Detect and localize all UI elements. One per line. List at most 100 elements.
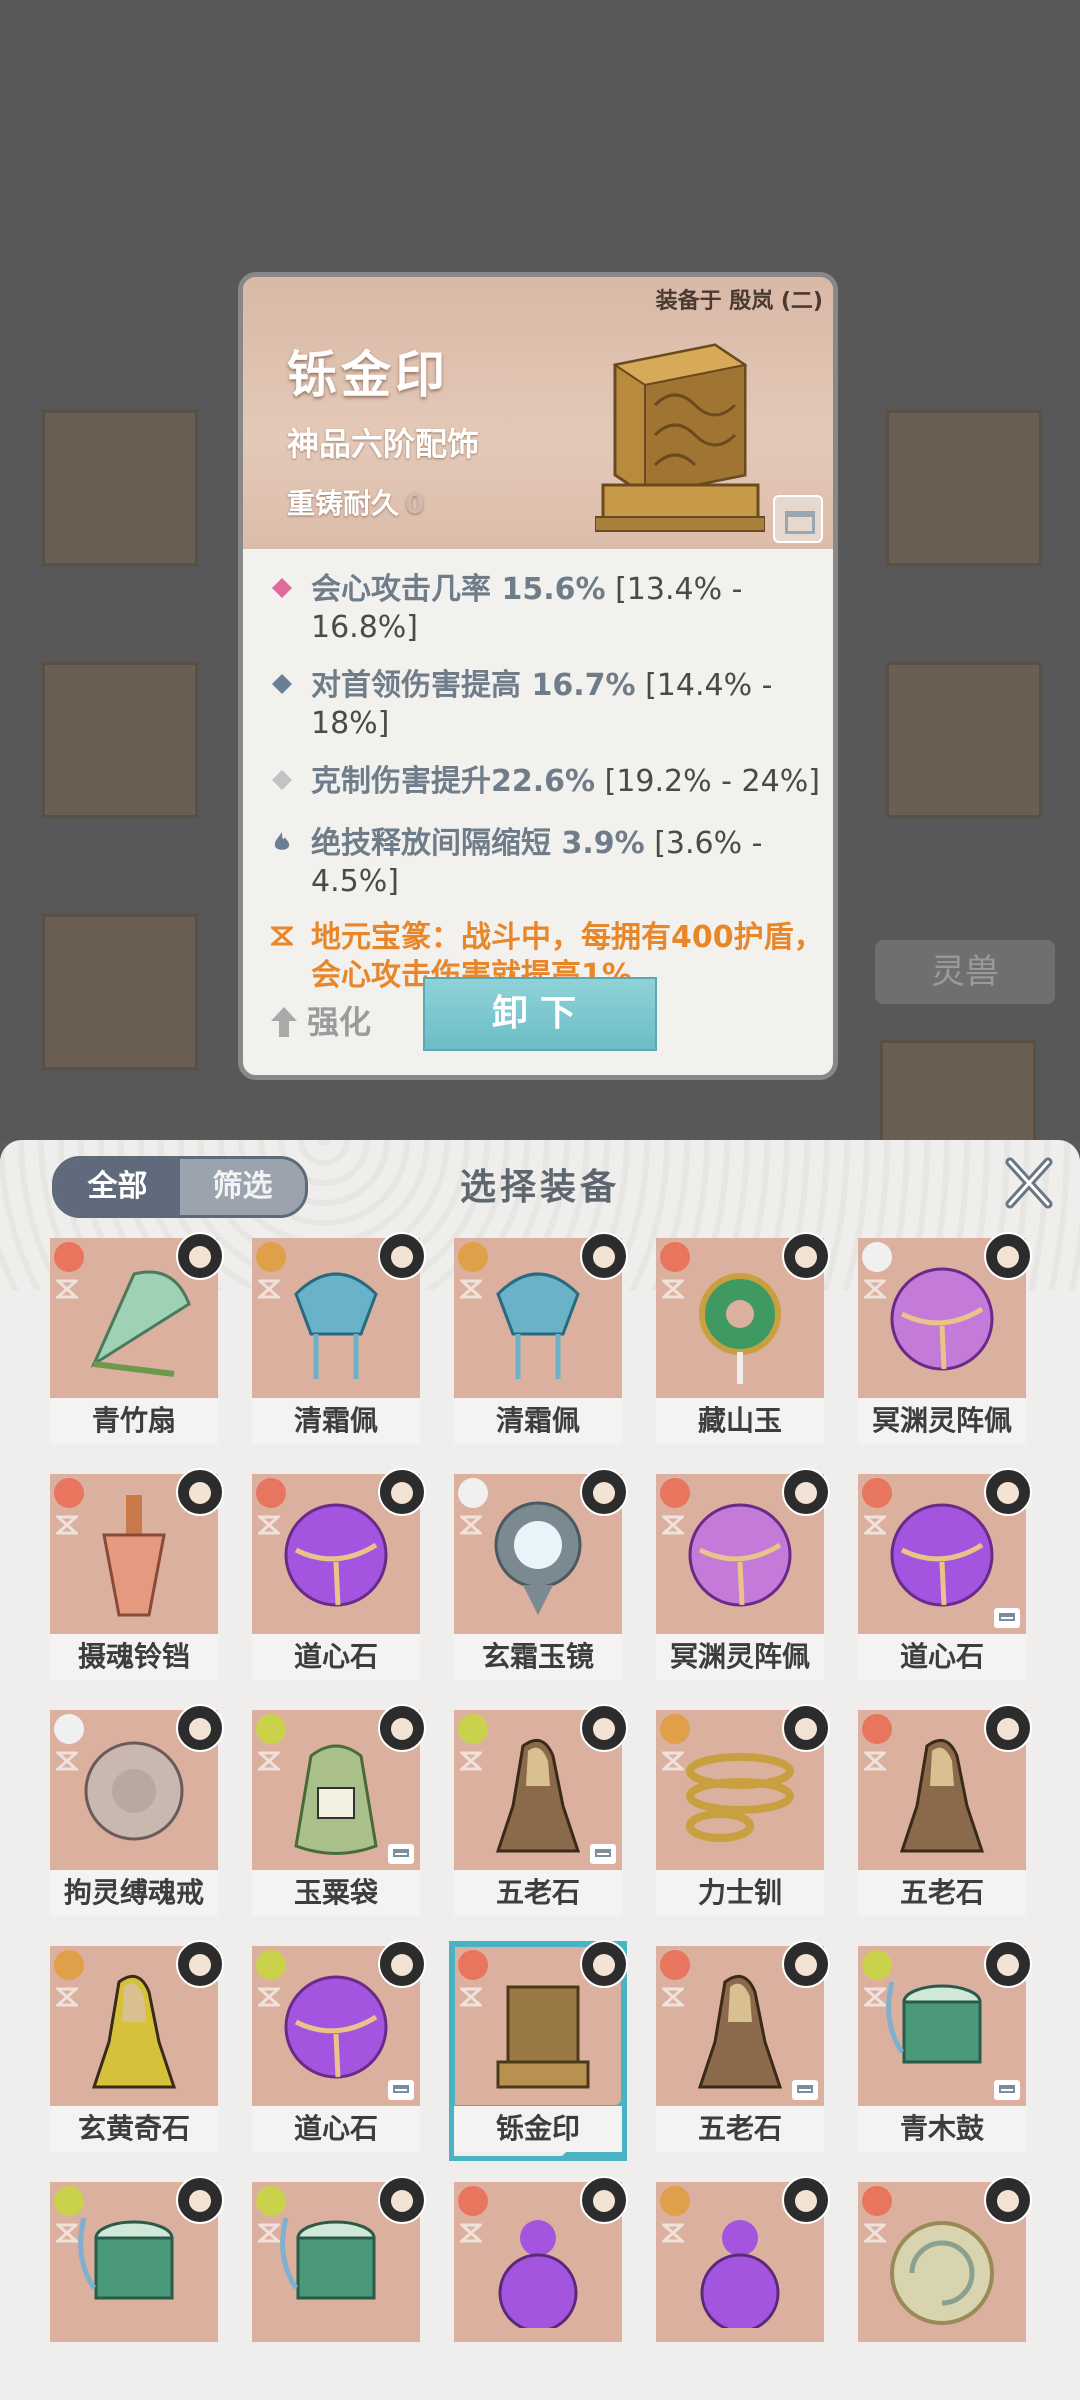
- item-name-label: 道心石: [858, 1634, 1026, 1680]
- equipment-item[interactable]: [252, 2176, 426, 2392]
- item-name-label: 玉粟袋: [252, 1870, 420, 1916]
- equipment-item[interactable]: 道心石: [252, 1940, 426, 2156]
- attribute-icon: [662, 1751, 684, 1771]
- item-thumbnail: [78, 2217, 174, 2300]
- item-thumbnail: [700, 2220, 780, 2328]
- equipment-detail-card: 装备于 殷岚 (二) 铄金印 神品六阶配饰 重铸耐久 0 会心攻击几率 15.6%…: [238, 272, 838, 1080]
- item-thumbnail: [294, 1744, 378, 1855]
- equipment-item[interactable]: 铄金印: [450, 1940, 628, 2156]
- character-avatar: [580, 1468, 628, 1516]
- attribute-icon: [56, 1279, 78, 1299]
- lock-icon: [388, 1844, 414, 1864]
- unequip-button[interactable]: 卸下: [423, 977, 657, 1051]
- equipment-item[interactable]: 清霜佩: [454, 1232, 628, 1448]
- equipment-item[interactable]: [454, 2176, 628, 2392]
- equipment-item[interactable]: 力士钏: [656, 1704, 830, 1920]
- panel-title: 选择装备: [459, 1167, 620, 1208]
- item-thumbnail: [699, 1273, 781, 1384]
- attribute-icon: [864, 1279, 886, 1299]
- item-name: 铄金印: [287, 346, 449, 404]
- grey-diamond-icon: [272, 770, 292, 790]
- element-icon: [54, 1478, 84, 1508]
- lock-icon[interactable]: [773, 495, 823, 543]
- close-icon[interactable]: [1000, 1154, 1058, 1212]
- equipment-item[interactable]: 青竹扇: [50, 1232, 224, 1448]
- item-name-label: 冥渊灵阵佩: [858, 1398, 1026, 1444]
- character-avatar: [176, 1232, 224, 1280]
- item-name-label: 五老石: [656, 2106, 824, 2152]
- lock-icon: [792, 2080, 818, 2100]
- equipment-item[interactable]: 五老石: [454, 1704, 628, 1920]
- element-icon: [862, 1714, 892, 1744]
- equipment-item[interactable]: 摄魂铃铛: [50, 1468, 224, 1684]
- attribute-icon: [258, 1279, 280, 1299]
- item-name-label: 冥渊灵阵佩: [656, 1634, 824, 1680]
- character-avatar: [782, 1704, 830, 1752]
- equipment-item[interactable]: [50, 2176, 224, 2392]
- attribute-icon: [864, 2223, 886, 2243]
- lock-icon: [388, 2080, 414, 2100]
- item-name-label: 玄黄奇石: [50, 2106, 218, 2152]
- attribute-icon: [460, 1987, 482, 2007]
- equipment-item[interactable]: [858, 2176, 1032, 2392]
- item-name-label: 清霜佩: [454, 1398, 622, 1444]
- attribute-icon: [662, 1515, 684, 1535]
- equipment-item[interactable]: 冥渊灵阵佩: [656, 1468, 830, 1684]
- element-icon: [458, 1478, 488, 1508]
- character-avatar: [782, 1468, 830, 1516]
- equipment-item[interactable]: 道心石: [858, 1468, 1032, 1684]
- attribute-icon: [56, 1751, 78, 1771]
- element-icon: [54, 2186, 84, 2216]
- lock-icon: [590, 1844, 616, 1864]
- character-avatar: [984, 2176, 1032, 2224]
- element-icon: [256, 1478, 286, 1508]
- equipment-item[interactable]: 五老石: [858, 1704, 1032, 1920]
- attribute-icon: [258, 1751, 280, 1771]
- element-icon: [458, 1714, 488, 1744]
- blue-diamond-icon: [272, 674, 292, 694]
- upgrade-arrow-icon: [271, 1007, 297, 1037]
- item-name-label: 玄霜玉镜: [454, 1634, 622, 1680]
- element-icon: [256, 1242, 286, 1272]
- equipment-item[interactable]: 玄黄奇石: [50, 1940, 224, 2156]
- equipment-item[interactable]: 玄霜玉镜: [454, 1468, 628, 1684]
- character-avatar: [378, 1232, 426, 1280]
- attribute-icon: [864, 1751, 886, 1771]
- equipment-item[interactable]: 冥渊灵阵佩: [858, 1232, 1032, 1448]
- item-name-label: 力士钏: [656, 1870, 824, 1916]
- character-avatar: [378, 1468, 426, 1516]
- element-icon: [660, 2186, 690, 2216]
- item-name-label: 青竹扇: [50, 1398, 218, 1444]
- item-thumbnail: [91, 1974, 177, 2089]
- item-thumbnail: [686, 1753, 794, 1842]
- character-avatar: [176, 1704, 224, 1752]
- background-slot-armor: [42, 662, 198, 818]
- equipment-item[interactable]: 道心石: [252, 1468, 426, 1684]
- attribute-icon: [258, 2223, 280, 2243]
- equipment-item[interactable]: 藏山玉: [656, 1232, 830, 1448]
- item-thumbnail: [90, 1270, 191, 1377]
- equipment-item[interactable]: 青木鼓: [858, 1940, 1032, 2156]
- equipment-item[interactable]: 拘灵缚魂戒: [50, 1704, 224, 1920]
- attribute-icon: [460, 1515, 482, 1535]
- element-icon: [660, 1242, 690, 1272]
- item-name-label: 摄魂铃铛: [50, 1634, 218, 1680]
- equipment-item[interactable]: [656, 2176, 830, 2392]
- equipment-item[interactable]: 玉粟袋: [252, 1704, 426, 1920]
- item-thumbnail: [284, 1975, 388, 2079]
- equipment-item[interactable]: 清霜佩: [252, 1232, 426, 1448]
- item-thumbnail: [890, 1503, 994, 1607]
- character-avatar: [984, 1232, 1032, 1280]
- item-name-label: 道心石: [252, 2106, 420, 2152]
- element-icon: [862, 1950, 892, 1980]
- equipment-select-panel: 全部 筛选 选择装备 青竹扇 清霜佩 清霜佩 藏山玉 冥渊灵阵佩 摄魂铃铛 道心…: [0, 1140, 1080, 2400]
- character-avatar: [176, 1940, 224, 1988]
- attribute-icon: [460, 1751, 482, 1771]
- equipment-item[interactable]: 五老石: [656, 1940, 830, 2156]
- attribute-icon: [56, 2223, 78, 2243]
- pink-diamond-icon: [272, 578, 292, 598]
- strengthen-button[interactable]: 强化: [271, 997, 371, 1043]
- item-thumbnail: [294, 1272, 378, 1379]
- character-avatar: [580, 1940, 628, 1988]
- character-avatar: [782, 1232, 830, 1280]
